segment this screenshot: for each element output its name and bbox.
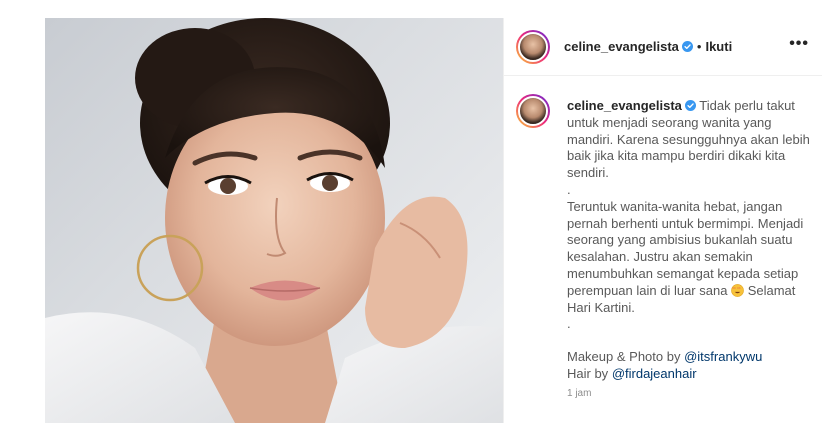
more-options-icon[interactable]: ••• [789, 36, 809, 52]
post-caption: celine_evangelista Tidak perlu takut unt… [567, 98, 817, 383]
portrait-illustration [45, 18, 503, 423]
credit-makeup-prefix: Makeup & Photo by [567, 349, 681, 365]
post-photo[interactable] [45, 18, 503, 423]
credit-hair-prefix: Hair by [567, 365, 609, 381]
post-header: celine_evangelista • Ikuti ••• [504, 18, 822, 76]
heart-eyes-emoji-icon [731, 283, 744, 297]
avatar-image [518, 32, 548, 62]
mention-link[interactable]: @firdajeanhair [612, 366, 697, 381]
credit-makeup: Makeup & Photo by @itsfrankywu [567, 349, 817, 366]
avatar-image [518, 96, 548, 126]
mention-link[interactable]: @itsfrankywu [684, 349, 762, 364]
caption-paragraph-1: celine_evangelista Tidak perlu takut unt… [567, 98, 817, 182]
caption-username[interactable]: celine_evangelista [567, 98, 682, 113]
credit-hair: Hair by @firdajeanhair [567, 366, 817, 383]
caption-paragraph-2: Teruntuk wanita-wanita hebat, jangan per… [567, 199, 817, 317]
header-username[interactable]: celine_evangelista [564, 39, 679, 54]
post-timestamp[interactable]: 1 jam [567, 388, 591, 399]
profile-avatar[interactable] [516, 30, 550, 64]
caption-dot: . [567, 316, 571, 332]
caption-spacer [567, 333, 817, 349]
post-details-panel: celine_evangelista • Ikuti ••• celine_evan… [503, 18, 822, 423]
verified-badge-icon [684, 100, 696, 111]
caption-avatar[interactable] [516, 94, 550, 128]
separator-dot: • [696, 39, 702, 54]
caption-dot: . [567, 181, 571, 197]
follow-button[interactable]: Ikuti [705, 39, 732, 54]
verified-badge-icon [681, 41, 693, 52]
instagram-post-view: celine_evangelista • Ikuti ••• celine_evan… [0, 0, 822, 423]
header-user-line: celine_evangelista • Ikuti [564, 39, 732, 54]
